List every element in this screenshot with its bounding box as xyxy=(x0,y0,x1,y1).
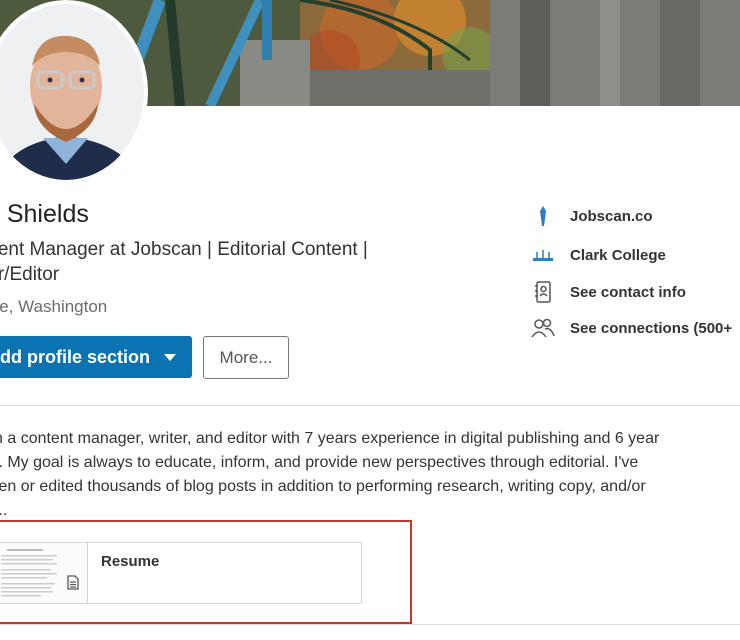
sidebar-item-connections[interactable]: See connections (500+ xyxy=(530,317,732,339)
summary-line: n a content manager, writer, and editor … xyxy=(0,430,660,447)
contact-card-icon xyxy=(530,281,556,303)
more-button[interactable]: More... xyxy=(203,336,289,379)
chevron-down-icon xyxy=(164,353,177,361)
summary-line: t. My goal is always to educate, inform,… xyxy=(0,454,639,471)
sidebar-item-label: See connections (500+ xyxy=(570,319,733,337)
summary-line: ten or edited thousands of blog posts in… xyxy=(0,478,646,495)
media-card-resume[interactable]: Resume xyxy=(0,542,362,604)
avatar[interactable] xyxy=(0,4,144,180)
sidebar-item-label: Clark College xyxy=(570,246,666,264)
section-divider xyxy=(0,624,740,625)
sidebar-item-company[interactable]: Jobscan.co xyxy=(530,205,653,227)
resume-thumbnail xyxy=(0,543,88,603)
sidebar-item-school[interactable]: Clark College xyxy=(530,244,666,266)
profile-summary: n a content manager, writer, and editor … xyxy=(0,427,740,523)
section-divider xyxy=(0,405,740,406)
profile-name: n Shields xyxy=(0,200,89,228)
add-profile-section-label: dd profile section xyxy=(0,346,151,367)
sidebar-item-label: See contact info xyxy=(570,283,686,301)
profile-location: ttle, Washington xyxy=(0,297,108,316)
document-icon xyxy=(67,575,79,595)
profile-headline: ntent Manager at Jobscan | Editorial Con… xyxy=(0,239,368,285)
company-icon xyxy=(530,205,556,227)
school-icon xyxy=(530,244,556,266)
add-profile-section-button[interactable]: dd profile section xyxy=(0,336,192,378)
sidebar-item-contact-info[interactable]: See contact info xyxy=(530,281,686,303)
connections-icon xyxy=(530,317,556,339)
sidebar-item-label: Jobscan.co xyxy=(570,207,653,225)
media-title: Resume xyxy=(101,553,160,570)
